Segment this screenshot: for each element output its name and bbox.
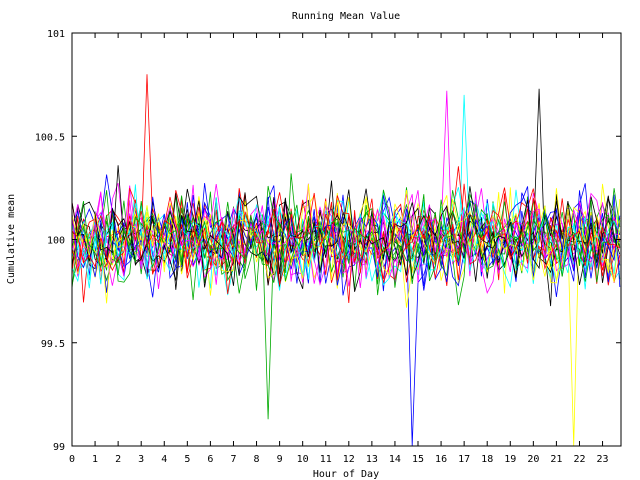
- x-tick-label: 18: [481, 454, 493, 465]
- x-tick-label: 2: [115, 454, 121, 465]
- y-tick-label: 100: [47, 236, 65, 247]
- x-tick-label: 0: [69, 454, 75, 465]
- x-tick-label: 21: [550, 454, 562, 465]
- x-tick-label: 22: [573, 454, 585, 465]
- y-tick-label: 100.5: [35, 132, 65, 143]
- x-tick-label: 3: [138, 454, 144, 465]
- x-tick-label: 1: [92, 454, 98, 465]
- x-tick-label: 15: [412, 454, 424, 465]
- x-tick-label: 12: [343, 454, 355, 465]
- x-tick-label: 10: [297, 454, 309, 465]
- x-tick-label: 16: [435, 454, 447, 465]
- series-layer: [72, 74, 621, 446]
- x-tick-label: 20: [527, 454, 539, 465]
- x-tick-label: 5: [184, 454, 190, 465]
- x-tick-label: 7: [230, 454, 236, 465]
- x-tick-label: 6: [207, 454, 213, 465]
- x-tick-label: 8: [254, 454, 260, 465]
- x-tick-label: 13: [366, 454, 378, 465]
- y-tick-label: 99.5: [41, 339, 65, 350]
- y-tick-label: 101: [47, 29, 65, 40]
- chart: Running Mean Value 9999.5100100.5101 012…: [6, 11, 622, 480]
- x-axis-label: Hour of Day: [313, 469, 379, 480]
- y-tick-label: 99: [53, 442, 65, 453]
- x-tick-label: 14: [389, 454, 401, 465]
- x-tick-label: 4: [161, 454, 167, 465]
- x-tick-label: 17: [458, 454, 470, 465]
- chart-title: Running Mean Value: [292, 11, 400, 22]
- x-tick-label: 9: [277, 454, 283, 465]
- y-axis-label: Cumulative mean: [6, 194, 17, 284]
- x-tick-label: 23: [597, 454, 609, 465]
- x-tick-label: 11: [320, 454, 332, 465]
- x-tick-label: 19: [504, 454, 516, 465]
